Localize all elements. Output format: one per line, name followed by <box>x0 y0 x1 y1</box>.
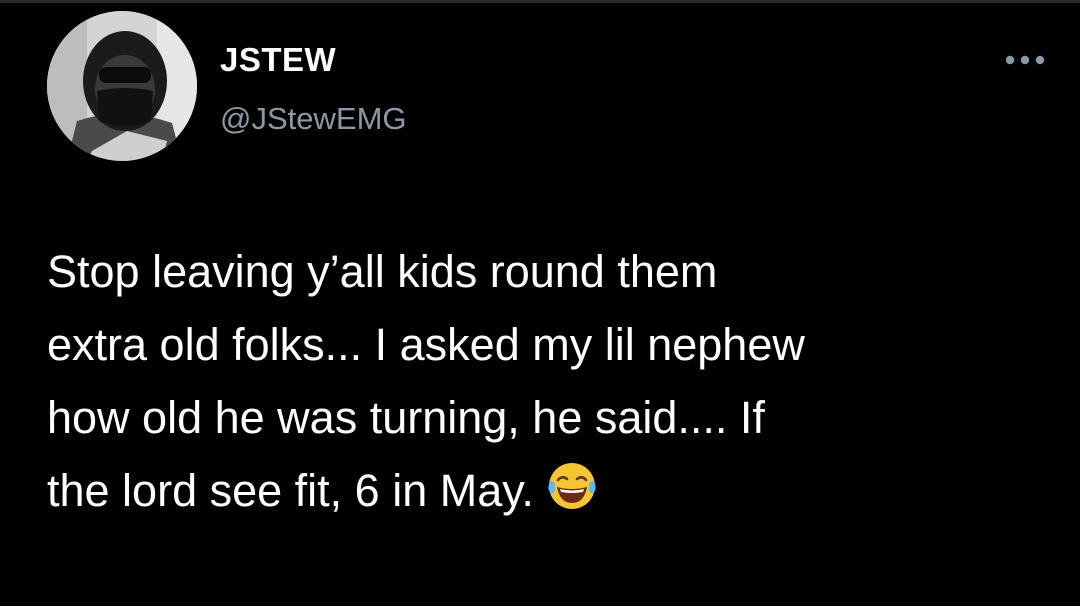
more-options-button[interactable] <box>1000 48 1050 72</box>
tweet-card: JSTEW @JStewEMG Stop leaving y’all kids … <box>0 0 1080 606</box>
tweet-text-line: extra old folks... I asked my lil nephew <box>47 319 805 370</box>
display-name[interactable]: JSTEW <box>220 40 336 80</box>
more-horizontal-icon <box>1005 55 1045 65</box>
face-with-tears-of-joy-icon <box>546 460 598 512</box>
avatar[interactable] <box>47 11 197 161</box>
tweet-text-line: Stop leaving y’all kids round them <box>47 246 718 297</box>
profile-photo-icon <box>47 11 197 161</box>
tweet-text: Stop leaving y’all kids round them extra… <box>47 235 1057 527</box>
user-handle[interactable]: @JStewEMG <box>220 100 407 138</box>
tweet-text-last-line: the lord see fit, 6 in May. <box>47 454 1057 527</box>
tweet-text-line: the lord see fit, 6 in May. <box>47 465 534 516</box>
tweet-text-line: how old he was turning, he said.... If <box>47 392 765 443</box>
top-divider <box>0 0 1080 3</box>
